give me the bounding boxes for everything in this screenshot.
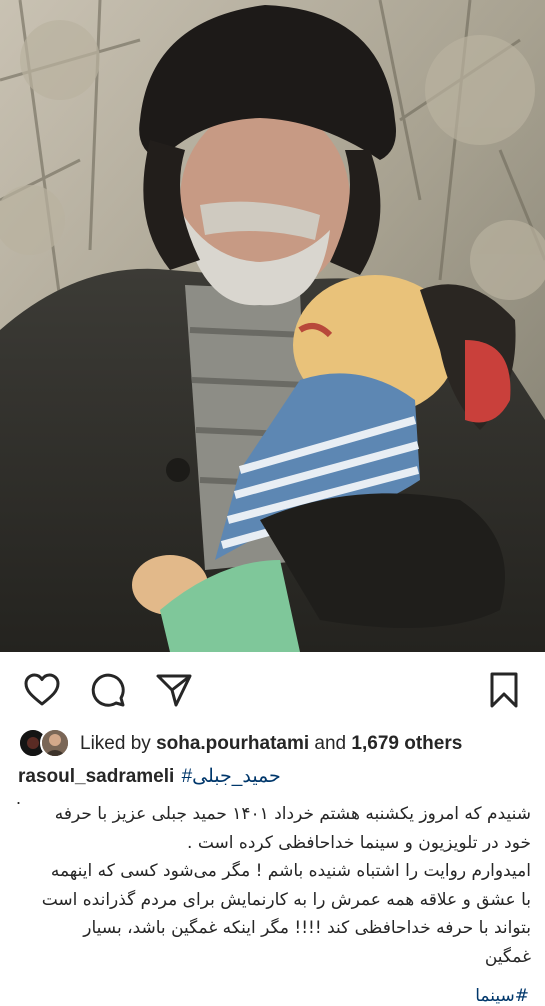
comment-button[interactable] bbox=[88, 670, 128, 710]
heart-outline-icon bbox=[24, 673, 60, 706]
caption-hashtag-cut[interactable]: #سینما bbox=[475, 986, 529, 1006]
caption-author-line: rasoul_sadrameli #حمید_جبلی bbox=[18, 765, 281, 793]
caption-line: بتواند با حرفه خداحافظی کند !!!! مگر این… bbox=[83, 918, 531, 938]
post-photo[interactable] bbox=[0, 0, 545, 652]
caption-line: امیدوارم روایت را اشتباه شنیده باشم ! مگ… bbox=[50, 861, 531, 881]
caption-line: غمگین bbox=[484, 946, 531, 967]
author-username[interactable]: rasoul_sadrameli bbox=[18, 766, 174, 787]
post-photo-illustration bbox=[0, 0, 545, 652]
likes-summary: Liked by soha.pourhatami and 1,679 other… bbox=[18, 728, 535, 760]
liker-avatars[interactable] bbox=[18, 728, 74, 760]
likes-and: and bbox=[314, 733, 347, 754]
paper-plane-icon bbox=[156, 674, 192, 707]
likes-prefix: Liked by bbox=[80, 733, 151, 754]
caption-line: شنیدم که امروز یکشنبه هشتم خرداد ۱۴۰۱ حم… bbox=[54, 804, 531, 824]
caption-line: با عشق و علاقه همه عمرش را به کارنمایش ب… bbox=[41, 889, 531, 910]
save-button[interactable] bbox=[484, 670, 524, 710]
likes-count[interactable]: 1,679 others bbox=[351, 733, 462, 754]
caption-text: شنیدم که امروز یکشنبه هشتم خرداد ۱۴۰۱ حم… bbox=[11, 800, 531, 971]
likes-text: Liked by soha.pourhatami and 1,679 other… bbox=[80, 733, 462, 755]
caption-line: خود در تلویزیون و سینما خداحافظی کرده اس… bbox=[187, 832, 531, 853]
avatar bbox=[40, 728, 70, 758]
comment-bubble-icon bbox=[91, 673, 125, 707]
share-button[interactable] bbox=[154, 670, 194, 710]
liker-username[interactable]: soha.pourhatami bbox=[156, 733, 309, 754]
bookmark-outline-icon bbox=[490, 672, 518, 708]
caption-hashtag[interactable]: #حمید_جبلی bbox=[182, 766, 281, 787]
like-button[interactable] bbox=[22, 670, 62, 710]
post-action-bar bbox=[0, 660, 545, 720]
